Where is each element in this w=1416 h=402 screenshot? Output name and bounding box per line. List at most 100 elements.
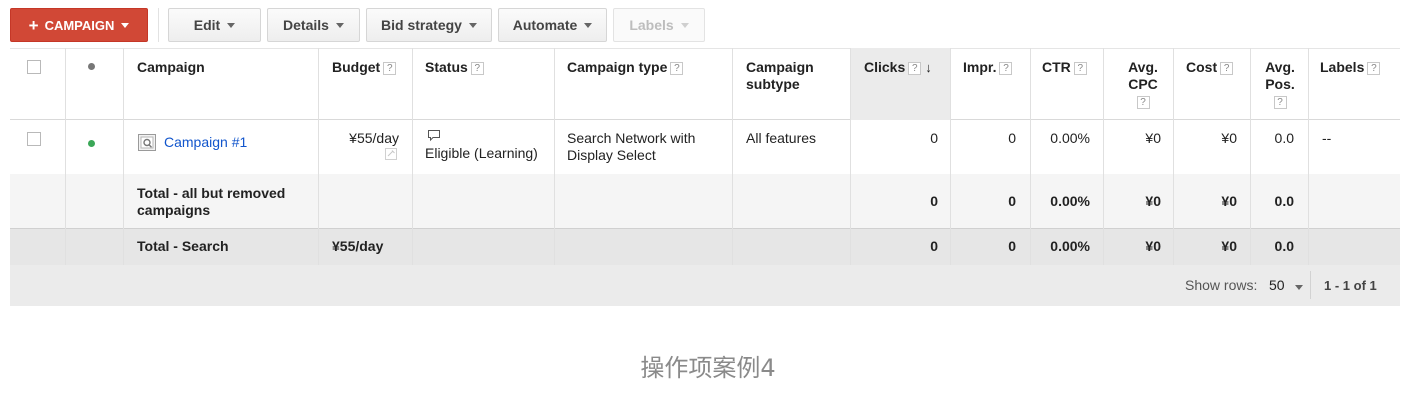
total-search-clicks: 0 (930, 238, 938, 254)
campaign-link[interactable]: Campaign #1 (164, 134, 247, 151)
row-cost: ¥0 (1221, 130, 1237, 146)
add-campaign-button[interactable]: + CAMPAIGN (10, 8, 148, 42)
sort-down-icon[interactable]: ↓ (925, 60, 932, 75)
chevron-down-icon (1295, 285, 1303, 290)
edit-label: Edit (193, 17, 221, 33)
header-cost-label: Cost (1186, 59, 1218, 75)
total-all-cost: ¥0 (1221, 193, 1237, 209)
add-campaign-label: CAMPAIGN (44, 17, 115, 33)
header-ctr[interactable]: CTR? (1042, 59, 1087, 76)
edit-budget-icon[interactable] (385, 148, 397, 160)
total-search-avg-cpc: ¥0 (1145, 238, 1161, 254)
chevron-down-icon (468, 22, 477, 28)
total-search-avg-pos: 0.0 (1274, 238, 1294, 254)
total-search-ctr: 0.00% (1050, 238, 1090, 254)
details-label: Details (283, 17, 329, 33)
header-subtype-line2: subtype (746, 76, 800, 92)
help-icon[interactable]: ? (670, 62, 684, 75)
header-status-label: Status (425, 59, 468, 75)
header-avg-pos[interactable]: Avg. Pos.? (1255, 59, 1305, 110)
pagination-range: 1 - 1 of 1 (1324, 278, 1377, 293)
chevron-down-icon (121, 22, 130, 28)
select-all-checkbox[interactable] (27, 60, 41, 74)
toolbar-divider (158, 8, 159, 42)
footer-divider (1310, 271, 1311, 299)
details-button[interactable]: Details (267, 8, 360, 42)
chevron-down-icon (335, 22, 344, 28)
total-all-avg-pos: 0.0 (1274, 193, 1294, 209)
header-campaign-subtype[interactable]: Campaign subtype (746, 59, 814, 93)
status-dot-icon (88, 63, 95, 70)
header-labels[interactable]: Labels? (1320, 59, 1381, 76)
total-search-cost: ¥0 (1221, 238, 1237, 254)
row-campaign-type: Search Network with Display Select (567, 130, 695, 164)
help-icon[interactable]: ? (470, 62, 484, 75)
row-campaign-type-line1: Search Network with (567, 130, 696, 146)
help-icon[interactable]: ? (1273, 96, 1287, 109)
row-clicks: 0 (930, 130, 938, 146)
header-clicks[interactable]: Clicks? ↓ (864, 59, 932, 76)
header-campaign[interactable]: Campaign (137, 59, 205, 76)
header-status[interactable]: Status? (425, 59, 484, 76)
speech-bubble-icon[interactable] (427, 129, 441, 142)
row-ctr: 0.00% (1050, 130, 1090, 146)
header-impr[interactable]: Impr.? (963, 59, 1013, 76)
rows-per-page-value: 50 (1269, 277, 1285, 293)
header-clicks-label: Clicks (864, 59, 906, 75)
total-all-impr: 0 (1008, 193, 1016, 209)
header-avg-pos-line2: Pos. (1265, 76, 1295, 92)
bid-strategy-label: Bid strategy (381, 17, 462, 33)
show-rows-label: Show rows: (1185, 277, 1258, 293)
header-cost[interactable]: Cost? (1186, 59, 1234, 76)
header-avg-cpc[interactable]: Avg. CPC? (1108, 59, 1178, 110)
search-campaign-icon (138, 134, 156, 151)
help-icon[interactable]: ? (1073, 62, 1087, 75)
help-icon[interactable]: ? (908, 62, 922, 75)
help-icon[interactable]: ? (1367, 62, 1381, 75)
total-all-label: Total - all but removed campaigns (137, 185, 285, 219)
header-avg-cpc-line1: Avg. (1128, 59, 1158, 75)
row-impr: 0 (1008, 130, 1016, 146)
row-labels: -- (1322, 130, 1332, 146)
header-avg-pos-line1: Avg. (1265, 59, 1295, 75)
header-budget[interactable]: Budget? (332, 59, 397, 76)
row-campaign-type-line2: Display Select (567, 147, 656, 163)
enabled-status-icon[interactable] (88, 140, 95, 147)
total-all-clicks: 0 (930, 193, 938, 209)
total-all-ctr: 0.00% (1050, 193, 1090, 209)
automate-label: Automate (512, 17, 578, 33)
row-avg-cpc: ¥0 (1145, 130, 1161, 146)
chevron-down-icon (584, 22, 593, 28)
header-labels-label: Labels (1320, 59, 1365, 75)
campaign-table: Campaign Budget? Status? Campaign type? … (10, 48, 1400, 306)
caption: 操作项案例4 (640, 354, 776, 382)
chevron-down-icon (680, 22, 689, 28)
labels-label: Labels (629, 17, 674, 33)
row-avg-pos: 0.0 (1274, 130, 1294, 146)
header-avg-cpc-line2: CPC (1128, 76, 1158, 92)
header-budget-label: Budget (332, 59, 381, 75)
help-icon[interactable]: ? (999, 62, 1013, 75)
chevron-down-icon (227, 22, 236, 28)
edit-button[interactable]: Edit (168, 8, 261, 42)
labels-button[interactable]: Labels (613, 8, 705, 42)
header-impr-label: Impr. (963, 59, 997, 75)
total-all-line2: campaigns (137, 202, 211, 218)
bid-strategy-button[interactable]: Bid strategy (366, 8, 492, 42)
total-search-impr: 0 (1008, 238, 1016, 254)
row-status: Eligible (Learning) (425, 145, 538, 161)
help-icon[interactable]: ? (1136, 96, 1150, 109)
rows-per-page-select[interactable]: 50 (1265, 273, 1305, 297)
help-icon[interactable]: ? (1220, 62, 1234, 75)
total-search-label: Total - Search (137, 238, 229, 254)
header-campaign-type[interactable]: Campaign type? (567, 59, 684, 76)
header-ctr-label: CTR (1042, 59, 1071, 75)
help-icon[interactable]: ? (383, 62, 397, 75)
automate-button[interactable]: Automate (498, 8, 607, 42)
toolbar: + CAMPAIGN Edit Details Bid strategy Aut… (10, 8, 711, 42)
row-checkbox[interactable] (27, 132, 41, 146)
total-all-line1: Total - all but removed (137, 185, 286, 201)
total-all-avg-cpc: ¥0 (1145, 193, 1161, 209)
table-footer: Show rows: 50 1 - 1 of 1 (10, 265, 1400, 306)
row-budget[interactable]: ¥55/day (328, 130, 399, 147)
